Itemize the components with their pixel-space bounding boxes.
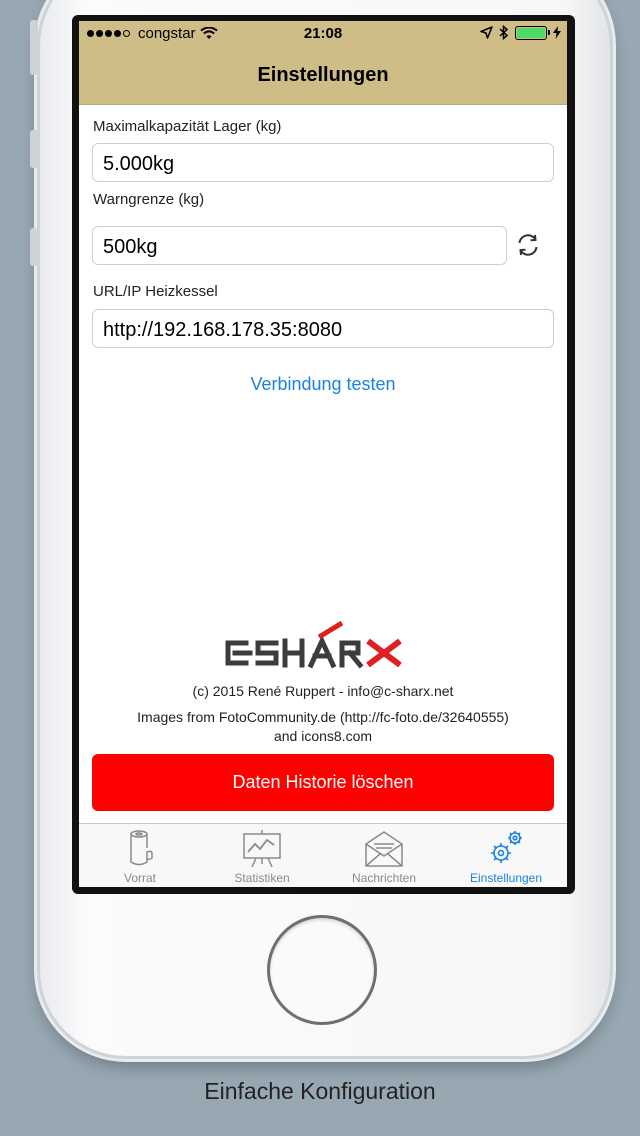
delete-history-button[interactable]: Daten Historie löschen bbox=[92, 754, 554, 811]
tab-label-nachrichten: Nachrichten bbox=[351, 871, 417, 885]
bluetooth-icon bbox=[499, 25, 509, 40]
c-sharx-logo bbox=[225, 621, 402, 669]
mute-switch bbox=[30, 20, 38, 75]
warning-threshold-input[interactable]: 500kg bbox=[92, 226, 507, 265]
tab-label-statistiken: Statistiken bbox=[234, 871, 290, 885]
volume-down-button bbox=[30, 228, 38, 266]
image-credits-line1: Images from FotoCommunity.de (http://fc-… bbox=[137, 709, 509, 725]
warning-threshold-label: Warngrenze (kg) bbox=[93, 191, 205, 208]
tab-bar: Vorrat Statistiken Nachrichten Einstellu… bbox=[79, 823, 567, 887]
capacity-input[interactable]: 5.000kg bbox=[92, 143, 554, 182]
status-right bbox=[480, 25, 561, 40]
battery-icon bbox=[515, 25, 550, 40]
tab-label-vorrat: Vorrat bbox=[123, 871, 156, 885]
url-input[interactable]: http://192.168.178.35:8080 bbox=[92, 309, 554, 348]
wood-log-icon bbox=[130, 830, 153, 866]
page-title: Einstellungen bbox=[257, 64, 389, 86]
url-label: URL/IP Heizkessel bbox=[93, 283, 218, 300]
refresh-icon[interactable] bbox=[515, 232, 541, 258]
tab-label-einstellungen: Einstellungen bbox=[469, 871, 543, 885]
navigation-bar: Einstellungen bbox=[79, 47, 567, 105]
copyright-text: (c) 2015 René Ruppert - info@c-sharx.net bbox=[192, 683, 454, 699]
test-connection-link[interactable]: Verbindung testen bbox=[79, 374, 567, 395]
status-bar: congstar 21:08 bbox=[79, 21, 567, 47]
capacity-label: Maximalkapazität Lager (kg) bbox=[93, 118, 282, 135]
tab-statistiken[interactable]: Statistiken bbox=[201, 824, 323, 887]
app-screen: congstar 21:08 Einstellungen Maximalkapa… bbox=[79, 21, 567, 887]
home-button[interactable] bbox=[270, 918, 374, 1022]
tab-nachrichten[interactable]: Nachrichten bbox=[323, 824, 445, 887]
tab-einstellungen[interactable]: Einstellungen bbox=[445, 824, 567, 887]
volume-up-button bbox=[30, 130, 38, 168]
location-arrow-icon bbox=[480, 26, 493, 39]
envelope-icon bbox=[365, 831, 403, 867]
promo-caption: Einfache Konfiguration bbox=[204, 1078, 436, 1104]
gears-icon bbox=[491, 831, 522, 863]
charging-bolt-icon bbox=[553, 26, 561, 39]
tab-vorrat[interactable]: Vorrat bbox=[79, 824, 201, 887]
delete-history-label: Daten Historie löschen bbox=[232, 772, 414, 792]
chart-board-icon bbox=[243, 830, 281, 868]
image-credits-line2: and icons8.com bbox=[273, 728, 373, 744]
